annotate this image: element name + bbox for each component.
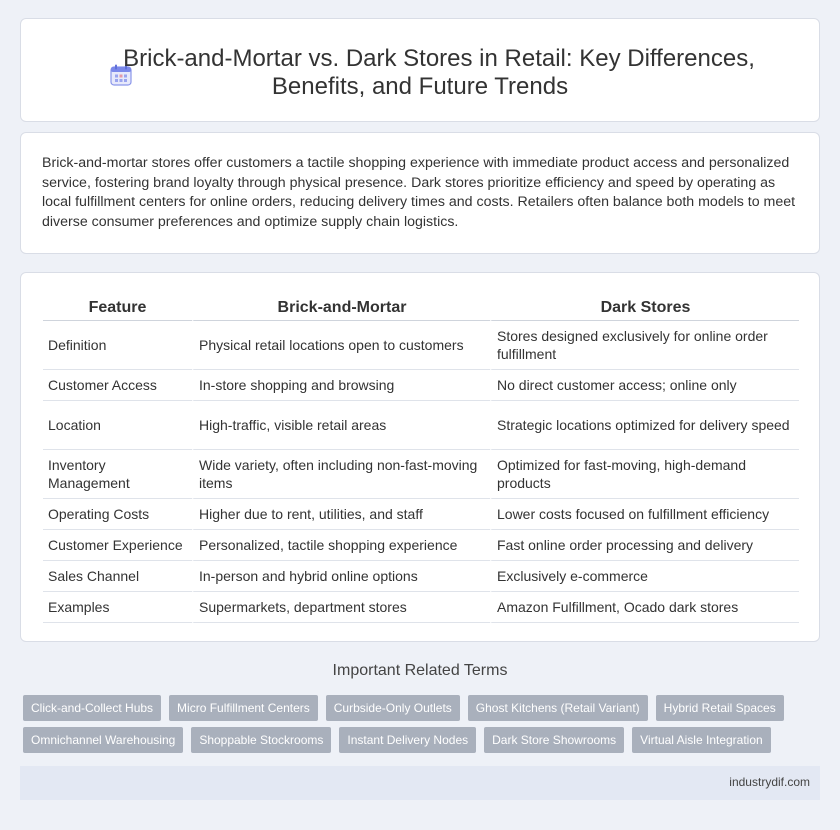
table-row: Customer Experience Personalized, tactil… (43, 530, 799, 561)
table-cell: Strategic locations optimized for delive… (490, 401, 799, 450)
table-cell: In-person and hybrid online options (192, 561, 490, 592)
footer-site[interactable]: industrydif.com (729, 775, 810, 789)
intro-card: Brick-and-mortar stores offer customers … (20, 132, 820, 254)
tag-row: Click-and-Collect Hubs Micro Fulfillment… (23, 695, 823, 721)
tag-ghost-kitchens[interactable]: Ghost Kitchens (Retail Variant) (467, 695, 648, 721)
table-cell: Examples (43, 592, 192, 623)
table-row: Operating Costs Higher due to rent, util… (43, 499, 799, 530)
table-cell: Definition (43, 321, 192, 370)
table-cell: Inventory Management (43, 450, 192, 499)
tag-micro-fulfillment-centers[interactable]: Micro Fulfillment Centers (169, 695, 318, 721)
table-cell: Amazon Fulfillment, Ocado dark stores (490, 592, 799, 623)
table-cell: No direct customer access; online only (490, 370, 799, 401)
page-title-line2: Benefits, and Future Trends (271, 73, 569, 100)
page-title-line1: Brick-and-Mortar vs. Dark Stores in Reta… (123, 45, 755, 72)
header-brick-and-mortar: Brick-and-Mortar (192, 295, 490, 321)
tag-row: Omnichannel Warehousing Shoppable Stockr… (23, 727, 823, 753)
related-terms-tags: Click-and-Collect Hubs Micro Fulfillment… (23, 695, 823, 759)
table-cell: Lower costs focused on fulfillment effic… (490, 499, 799, 530)
table-row: Sales Channel In-person and hybrid onlin… (43, 561, 799, 592)
table-cell: Location (43, 401, 192, 450)
table-cell: Optimized for fast-moving, high-demand p… (490, 450, 799, 499)
table-cell: Exclusively e-commerce (490, 561, 799, 592)
tag-curbside-only-outlets[interactable]: Curbside-Only Outlets (325, 695, 460, 721)
tag-dark-store-showrooms[interactable]: Dark Store Showrooms (484, 727, 625, 753)
comparison-card: Feature Brick-and-Mortar Dark Stores Def… (20, 272, 820, 642)
title-card: Brick-and-Mortar vs. Dark Stores in Reta… (20, 18, 820, 122)
related-terms-title: Important Related Terms (332, 662, 508, 679)
table-cell: Sales Channel (43, 561, 192, 592)
header-feature: Feature (43, 295, 192, 321)
intro-paragraph: Brick-and-mortar stores offer customers … (42, 155, 796, 230)
table-cell: High-traffic, visible retail areas (192, 401, 490, 450)
table-cell: Physical retail locations open to custom… (192, 321, 490, 370)
table-cell: Customer Access (43, 370, 192, 401)
table-cell: Supermarkets, department stores (192, 592, 490, 623)
tag-instant-delivery-nodes[interactable]: Instant Delivery Nodes (339, 727, 477, 753)
table-cell: Customer Experience (43, 530, 192, 561)
tag-virtual-aisle-integration[interactable]: Virtual Aisle Integration (632, 727, 771, 753)
table-row: Examples Supermarkets, department stores… (43, 592, 799, 623)
table-row: Location High-traffic, visible retail ar… (43, 401, 799, 450)
tag-omnichannel-warehousing[interactable]: Omnichannel Warehousing (23, 727, 184, 753)
table-row: Customer Access In-store shopping and br… (43, 370, 799, 401)
table-row: Definition Physical retail locations ope… (43, 321, 799, 370)
footer: industrydif.com (20, 766, 820, 800)
table-cell: Operating Costs (43, 499, 192, 530)
comparison-table: Feature Brick-and-Mortar Dark Stores Def… (43, 295, 799, 623)
tag-click-and-collect-hubs[interactable]: Click-and-Collect Hubs (23, 695, 162, 721)
table-header-row: Feature Brick-and-Mortar Dark Stores (43, 295, 799, 321)
table-cell: Fast online order processing and deliver… (490, 530, 799, 561)
table-cell: Higher due to rent, utilities, and staff (192, 499, 490, 530)
tag-shoppable-stockrooms[interactable]: Shoppable Stockrooms (191, 727, 332, 753)
header-dark-stores: Dark Stores (490, 295, 799, 321)
table-row: Inventory Management Wide variety, often… (43, 450, 799, 499)
table-cell: Wide variety, often including non-fast-m… (192, 450, 490, 499)
table-cell: Stores designed exclusively for online o… (490, 321, 799, 370)
table-cell: In-store shopping and browsing (192, 370, 490, 401)
table-cell: Personalized, tactile shopping experienc… (192, 530, 490, 561)
page-title: Brick-and-Mortar vs. Dark Stores in Reta… (21, 45, 819, 101)
tag-hybrid-retail-spaces[interactable]: Hybrid Retail Spaces (655, 695, 784, 721)
